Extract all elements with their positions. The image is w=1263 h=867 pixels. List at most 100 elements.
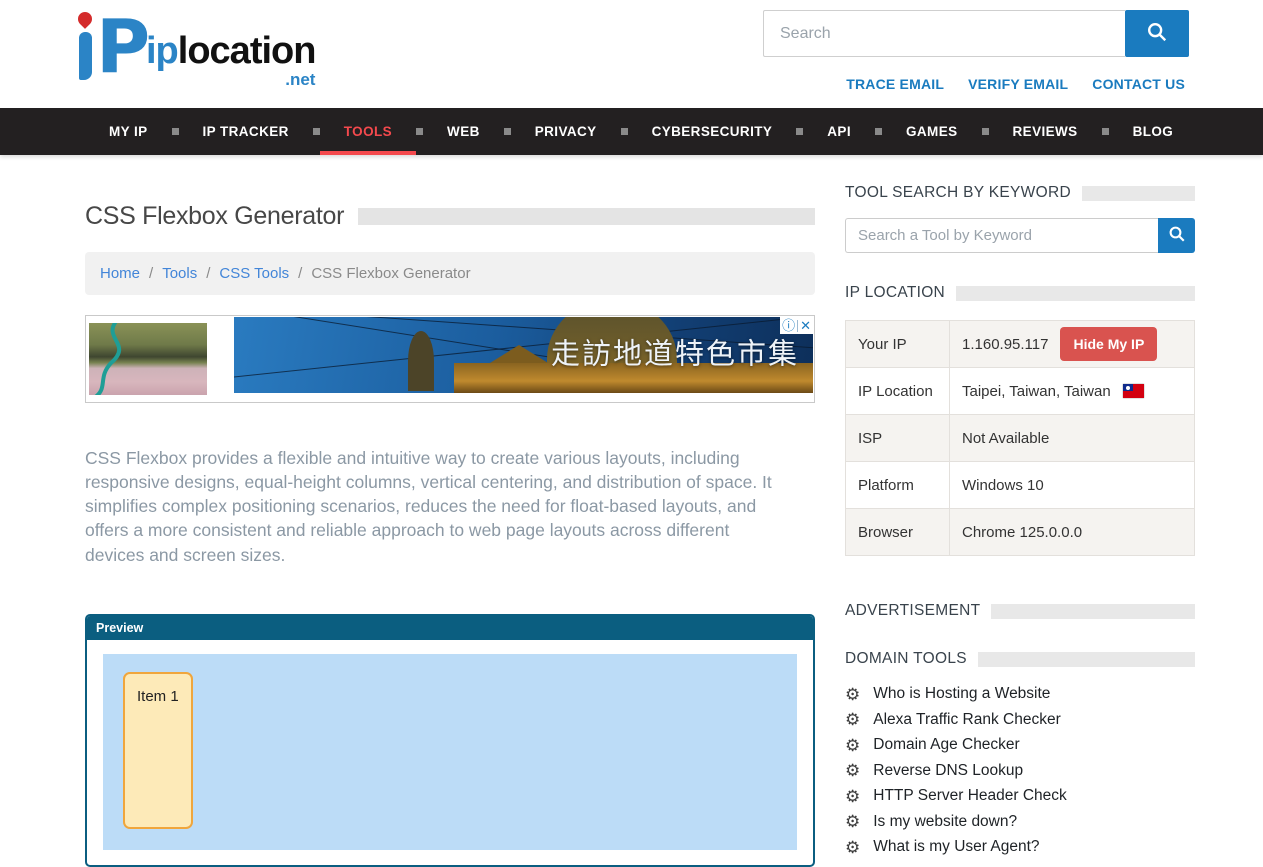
isp-value: Not Available xyxy=(950,415,1195,462)
content: CSS Flexbox Generator Home / Tools / CSS… xyxy=(0,155,1263,867)
nav-item-blog[interactable]: BLOG xyxy=(1109,108,1198,155)
list-item[interactable]: ⚙ Reverse DNS Lookup xyxy=(845,762,1195,780)
tool-search-heading: TOOL SEARCH BY KEYWORD xyxy=(845,184,1195,202)
nav-item-games[interactable]: GAMES xyxy=(882,108,982,155)
breadcrumb-separator: / xyxy=(298,265,302,282)
list-item[interactable]: ⚙ HTTP Server Header Check xyxy=(845,787,1195,805)
logo-letter-p: P xyxy=(96,14,150,80)
gear-icon: ⚙ xyxy=(845,788,860,805)
list-item[interactable]: ⚙ What is my User Agent? xyxy=(845,838,1195,856)
browser-value: Chrome 125.0.0.0 xyxy=(950,509,1195,556)
trace-email-link[interactable]: TRACE EMAIL xyxy=(846,76,944,92)
advertisement-heading-text: ADVERTISEMENT xyxy=(845,602,980,620)
breadcrumb-css-tools[interactable]: CSS Tools xyxy=(219,265,289,282)
tool-search-heading-text: TOOL SEARCH BY KEYWORD xyxy=(845,184,1071,202)
table-row: Your IP 1.160.95.117 Hide My IP xyxy=(846,321,1195,368)
logo-wordmark: iplocation .net xyxy=(146,30,315,73)
nav-item-web[interactable]: WEB xyxy=(423,108,504,155)
domain-tools-heading: DOMAIN TOOLS xyxy=(845,650,1195,668)
logo-tld: .net xyxy=(285,70,315,90)
ad-banner[interactable]: 走訪地道特色市集 ⓘ ✕ xyxy=(85,315,815,403)
main-column: CSS Flexbox Generator Home / Tools / CSS… xyxy=(85,155,815,867)
nav-item-api[interactable]: API xyxy=(803,108,875,155)
browser-label: Browser xyxy=(846,509,950,556)
ip-location-label: IP Location xyxy=(846,368,950,415)
nav-separator xyxy=(982,128,989,135)
ad-caption-text: 走訪地道特色市集 xyxy=(551,331,799,373)
domain-tool-link[interactable]: What is my User Agent? xyxy=(873,838,1039,856)
ad-controls: ⓘ ✕ xyxy=(780,317,813,334)
nav-item-reviews[interactable]: REVIEWS xyxy=(989,108,1102,155)
ip-location-value: Taipei, Taiwan, Taiwan xyxy=(962,383,1111,400)
domain-tool-link[interactable]: Domain Age Checker xyxy=(873,736,1019,754)
advertisement-heading: ADVERTISEMENT xyxy=(845,602,1195,620)
contact-us-link[interactable]: CONTACT US xyxy=(1092,76,1185,92)
tool-search-button[interactable] xyxy=(1158,218,1195,253)
nav-separator xyxy=(621,128,628,135)
ip-location-heading-text: IP LOCATION xyxy=(845,284,945,302)
search-icon xyxy=(1168,225,1186,246)
verify-email-link[interactable]: VERIFY EMAIL xyxy=(968,76,1068,92)
domain-tool-link[interactable]: Reverse DNS Lookup xyxy=(873,762,1023,780)
page-title: CSS Flexbox Generator xyxy=(85,202,344,231)
ad-close-icon[interactable]: ✕ xyxy=(800,319,811,332)
logo-word-location: location xyxy=(178,30,316,72)
domain-tool-link[interactable]: Is my website down? xyxy=(873,813,1017,831)
ad-main-image: 走訪地道特色市集 xyxy=(234,317,813,393)
list-item[interactable]: ⚙ Who is Hosting a Website xyxy=(845,685,1195,703)
nav-item-privacy[interactable]: PRIVACY xyxy=(511,108,621,155)
heading-decorative-bar xyxy=(978,652,1195,667)
nav-item-cybersecurity[interactable]: CYBERSECURITY xyxy=(628,108,797,155)
isp-label: ISP xyxy=(846,415,950,462)
platform-value: Windows 10 xyxy=(950,462,1195,509)
table-row: IP Location Taipei, Taiwan, Taiwan xyxy=(846,368,1195,415)
page-title-row: CSS Flexbox Generator xyxy=(85,202,815,231)
flexbox-preview-item-1[interactable]: Item 1 xyxy=(123,672,193,829)
tool-search-input[interactable] xyxy=(845,218,1158,253)
hide-my-ip-button[interactable]: Hide My IP xyxy=(1060,327,1157,361)
logo-word-ip: ip xyxy=(146,30,178,72)
nav-item-my-ip[interactable]: MY IP xyxy=(85,108,172,155)
site-header: P iplocation .net TRACE EMAIL VERIFY EMA… xyxy=(0,0,1263,108)
nav-item-ip-tracker[interactable]: IP TRACKER xyxy=(179,108,313,155)
header-search-button[interactable] xyxy=(1125,10,1189,57)
taiwan-flag-icon xyxy=(1123,384,1144,398)
search-icon xyxy=(1146,21,1168,46)
list-item[interactable]: ⚙ Domain Age Checker xyxy=(845,736,1195,754)
nav-separator xyxy=(313,128,320,135)
header-search-input[interactable] xyxy=(763,10,1125,57)
preview-panel-header: Preview xyxy=(87,616,813,640)
tool-description: CSS Flexbox provides a flexible and intu… xyxy=(85,446,785,567)
adchoices-info-icon[interactable]: ⓘ xyxy=(782,319,795,332)
ad-building-turret xyxy=(408,331,434,391)
breadcrumb-separator: / xyxy=(149,265,153,282)
nav-separator xyxy=(172,128,179,135)
ip-location-table: Your IP 1.160.95.117 Hide My IP IP Locat… xyxy=(845,320,1195,556)
gear-icon: ⚙ xyxy=(845,737,860,754)
nav-item-tools[interactable]: TOOLS xyxy=(320,108,416,155)
domain-tool-link[interactable]: Who is Hosting a Website xyxy=(873,685,1050,703)
header-search xyxy=(763,10,1189,57)
tool-search xyxy=(845,218,1195,253)
domain-tool-link[interactable]: Alexa Traffic Rank Checker xyxy=(873,711,1061,729)
breadcrumb: Home / Tools / CSS Tools / CSS Flexbox G… xyxy=(85,252,815,295)
breadcrumb-home[interactable]: Home xyxy=(100,265,140,282)
gear-icon: ⚙ xyxy=(845,839,860,856)
list-item[interactable]: ⚙ Alexa Traffic Rank Checker xyxy=(845,711,1195,729)
nav-separator xyxy=(416,128,423,135)
list-item[interactable]: ⚙ Is my website down? xyxy=(845,813,1195,831)
logo-icon: P xyxy=(76,6,142,84)
breadcrumb-current: CSS Flexbox Generator xyxy=(311,265,470,282)
gear-icon: ⚙ xyxy=(845,711,860,728)
breadcrumb-tools[interactable]: Tools xyxy=(162,265,197,282)
gear-icon: ⚙ xyxy=(845,813,860,830)
title-decorative-bar xyxy=(358,208,815,225)
nav-separator xyxy=(1102,128,1109,135)
sidebar: TOOL SEARCH BY KEYWORD IP LOCATION Your … xyxy=(845,155,1195,867)
header-links: TRACE EMAIL VERIFY EMAIL CONTACT US xyxy=(846,76,1185,92)
nav-separator xyxy=(875,128,882,135)
domain-tool-link[interactable]: HTTP Server Header Check xyxy=(873,787,1067,805)
ad-controls-divider xyxy=(797,320,798,332)
preview-panel-body: Item 1 xyxy=(87,640,813,865)
site-logo[interactable]: P iplocation .net xyxy=(76,6,315,84)
